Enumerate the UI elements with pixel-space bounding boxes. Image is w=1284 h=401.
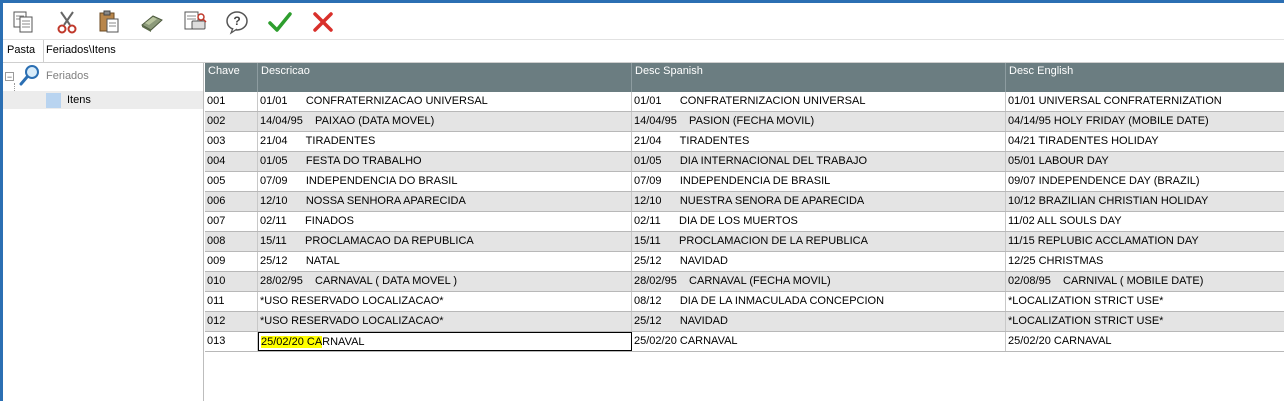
cell-desc-spanish[interactable]: 02/11 DIA DE LOS MUERTOS: [632, 212, 1006, 231]
cell-chave[interactable]: 013: [205, 332, 258, 351]
print-preview-icon[interactable]: [180, 7, 210, 37]
cell-chave[interactable]: 012: [205, 312, 258, 331]
magnifier-icon: [18, 64, 42, 89]
table-row[interactable]: 007 02/11 FINADOS 02/11 DIA DE LOS MUERTOS…: [205, 212, 1284, 232]
cell-desc-spanish[interactable]: 25/12 NAVIDAD: [632, 252, 1006, 271]
cell-desc-english[interactable]: 04/14/95 HOLY FRIDAY (MOBILE DATE): [1006, 112, 1284, 131]
cell-desc-spanish[interactable]: 08/12 DIA DE LA INMACULADA CONCEPCION: [632, 292, 1006, 311]
cell-chave[interactable]: 008: [205, 232, 258, 251]
cell-desc-english[interactable]: 11/02 ALL SOULS DAY: [1006, 212, 1284, 231]
table-row[interactable]: 011 *USO RESERVADO LOCALIZACAO* 08/12 DIA …: [205, 292, 1284, 312]
cell-descricao[interactable]: 15/11 PROCLAMACAO DA REPUBLICA: [258, 232, 632, 251]
cell-desc-english[interactable]: 05/01 LABOUR DAY: [1006, 152, 1284, 171]
table-row[interactable]: 008 15/11 PROCLAMACAO DA REPUBLICA 15/11 P…: [205, 232, 1284, 252]
cell-chave[interactable]: 009: [205, 252, 258, 271]
table-row[interactable]: 004 01/05 FESTA DO TRABALHO 01/05 DIA INTE…: [205, 152, 1284, 172]
cell-desc-spanish[interactable]: 28/02/95 CARNAVAL (FECHA MOVIL): [632, 272, 1006, 291]
cell-descricao[interactable]: *USO RESERVADO LOCALIZACAO*: [258, 312, 632, 331]
tab-bar: Pasta Feriados\Itens: [3, 40, 1284, 63]
cell-chave[interactable]: 005: [205, 172, 258, 191]
cell-desc-spanish[interactable]: 01/01 CONFRATERNIZACION UNIVERSAL: [632, 92, 1006, 111]
table-row[interactable]: 009 25/12 NATAL 25/12 NAVIDAD 12/25 CHRISTM…: [205, 252, 1284, 272]
folder-icon: [46, 92, 61, 108]
cell-descricao[interactable]: 25/12 NATAL: [258, 252, 632, 271]
selected-text: 25/02/20 CA: [261, 336, 323, 348]
cell-descricao[interactable]: 07/09 INDEPENDENCIA DO BRASIL: [258, 172, 632, 191]
cell-chave[interactable]: 004: [205, 152, 258, 171]
tree-root-label: Feriados: [46, 70, 89, 82]
cell-desc-spanish[interactable]: 01/05 DIA INTERNACIONAL DEL TRABAJO: [632, 152, 1006, 171]
unselected-text: RNAVAL: [322, 336, 365, 348]
column-header-chave[interactable]: Chave: [205, 63, 258, 92]
cell-chave[interactable]: 003: [205, 132, 258, 151]
svg-text:?: ?: [233, 14, 240, 28]
cell-editor[interactable]: 25/02/20 CARNAVAL: [258, 332, 632, 351]
cancel-icon[interactable]: [308, 7, 338, 37]
cell-descricao[interactable]: 14/04/95 PAIXAO (DATA MOVEL): [258, 112, 632, 131]
cell-desc-english[interactable]: 01/01 UNIVERSAL CONFRATERNIZATION: [1006, 92, 1284, 111]
collapse-icon[interactable]: −: [5, 71, 14, 81]
grid-header: Chave Descricao Desc Spanish Desc Englis…: [205, 63, 1284, 92]
table-row[interactable]: 002 14/04/95 PAIXAO (DATA MOVEL) 14/04/95 …: [205, 112, 1284, 132]
tab-pasta[interactable]: Pasta: [3, 40, 44, 62]
cell-chave[interactable]: 002: [205, 112, 258, 131]
cell-descricao[interactable]: 21/04 TIRADENTES: [258, 132, 632, 151]
cell-desc-english[interactable]: 02/08/95 CARNIVAL ( MOBILE DATE): [1006, 272, 1284, 291]
cell-desc-english[interactable]: 09/07 INDEPENDENCE DAY (BRAZIL): [1006, 172, 1284, 191]
breadcrumb: Feriados\Itens: [46, 44, 116, 56]
cell-descricao[interactable]: *USO RESERVADO LOCALIZACAO*: [258, 292, 632, 311]
table-row[interactable]: 013 25/02/20 CARNAVAL 25/02/20 CARNAVAL 25/…: [205, 332, 1284, 352]
table-row[interactable]: 010 28/02/95 CARNAVAL ( DATA MOVEL ) 28/02…: [205, 272, 1284, 292]
cell-chave[interactable]: 007: [205, 212, 258, 231]
cell-desc-spanish[interactable]: 25/12 NAVIDAD: [632, 312, 1006, 331]
cell-desc-spanish[interactable]: 21/04 TIRADENTES: [632, 132, 1006, 151]
table-row[interactable]: 012 *USO RESERVADO LOCALIZACAO* 25/12 NAVI…: [205, 312, 1284, 332]
cell-descricao[interactable]: 12/10 NOSSA SENHORA APARECIDA: [258, 192, 632, 211]
cell-desc-english[interactable]: 11/15 REPLUBIC ACCLAMATION DAY: [1006, 232, 1284, 251]
cell-desc-english[interactable]: *LOCALIZATION STRICT USE*: [1006, 292, 1284, 311]
column-header-desc-spanish[interactable]: Desc Spanish: [632, 63, 1006, 92]
data-grid: Chave Descricao Desc Spanish Desc Englis…: [205, 63, 1284, 401]
tree-node-feriados[interactable]: − Feriados: [5, 64, 89, 85]
cell-chave[interactable]: 006: [205, 192, 258, 211]
cell-desc-spanish[interactable]: 15/11 PROCLAMACION DE LA REPUBLICA: [632, 232, 1006, 251]
cell-desc-english[interactable]: 12/25 CHRISTMAS: [1006, 252, 1284, 271]
cell-descricao[interactable]: 01/01 CONFRATERNIZACAO UNIVERSAL: [258, 92, 632, 111]
cut-icon[interactable]: [52, 7, 82, 37]
cell-descricao[interactable]: 02/11 FINADOS: [258, 212, 632, 231]
toolbar: ?: [3, 3, 1284, 40]
cell-desc-english[interactable]: *LOCALIZATION STRICT USE*: [1006, 312, 1284, 331]
table-row[interactable]: 006 12/10 NOSSA SENHORA APARECIDA 12/10 NU…: [205, 192, 1284, 212]
cell-chave[interactable]: 001: [205, 92, 258, 111]
column-header-descricao[interactable]: Descricao: [258, 63, 632, 92]
tree-panel: − Feriados Itens: [3, 63, 204, 401]
cell-desc-spanish[interactable]: 07/09 INDEPENDENCIA DE BRASIL: [632, 172, 1006, 191]
cell-chave[interactable]: 010: [205, 272, 258, 291]
tree-node-itens[interactable]: Itens: [3, 91, 203, 109]
table-row[interactable]: 001 01/01 CONFRATERNIZACAO UNIVERSAL 01/01…: [205, 92, 1284, 112]
cell-desc-english[interactable]: 04/21 TIRADENTES HOLIDAY: [1006, 132, 1284, 151]
tree-child-label: Itens: [67, 94, 91, 106]
eraser-icon[interactable]: [137, 7, 167, 37]
cell-chave[interactable]: 011: [205, 292, 258, 311]
help-icon[interactable]: ?: [222, 7, 252, 37]
copy-icon[interactable]: [9, 7, 39, 37]
column-header-desc-english[interactable]: Desc English: [1006, 63, 1284, 92]
cell-desc-spanish[interactable]: 25/02/20 CARNAVAL: [632, 332, 1006, 351]
table-row[interactable]: 005 07/09 INDEPENDENCIA DO BRASIL 07/09 IN…: [205, 172, 1284, 192]
cell-descricao[interactable]: 01/05 FESTA DO TRABALHO: [258, 152, 632, 171]
cell-desc-spanish[interactable]: 12/10 NUESTRA SENORA DE APARECIDA: [632, 192, 1006, 211]
table-row[interactable]: 003 21/04 TIRADENTES 21/04 TIRADENTES 04/21…: [205, 132, 1284, 152]
cell-desc-spanish[interactable]: 14/04/95 PASION (FECHA MOVIL): [632, 112, 1006, 131]
cell-descricao[interactable]: 28/02/95 CARNAVAL ( DATA MOVEL ): [258, 272, 632, 291]
confirm-icon[interactable]: [265, 7, 295, 37]
cell-desc-english[interactable]: 10/12 BRAZILIAN CHRISTIAN HOLIDAY: [1006, 192, 1284, 211]
paste-icon[interactable]: [94, 7, 124, 37]
cell-desc-english[interactable]: 25/02/20 CARNAVAL: [1006, 332, 1284, 351]
